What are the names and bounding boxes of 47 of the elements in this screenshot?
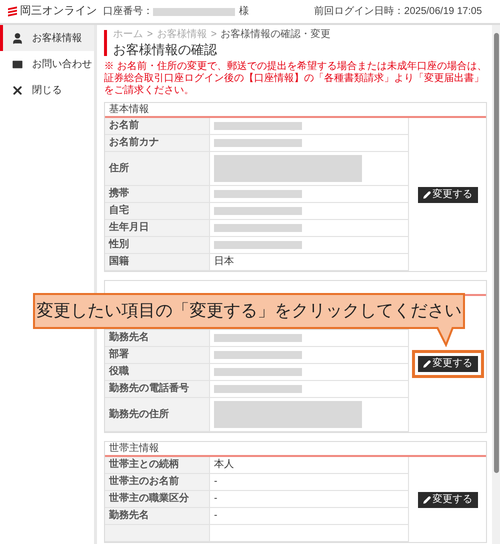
field-label: 国籍 xyxy=(109,257,129,267)
field-label: 世帯主のお名前 xyxy=(109,477,179,487)
pencil-icon xyxy=(422,360,430,368)
sidebar-item[interactable]: お客様情報 xyxy=(0,25,94,51)
field-label: 生年月日 xyxy=(109,223,149,233)
user-icon xyxy=(11,32,24,44)
field-value: - xyxy=(214,511,218,521)
field-label: 携帯 xyxy=(109,189,129,199)
field-value: 日本 xyxy=(214,257,234,267)
field-label: 性別 xyxy=(109,240,129,250)
section-title: 世帯主情報 xyxy=(109,444,159,454)
scrollbar-thumb[interactable] xyxy=(494,33,498,473)
section-title: 基本情報 xyxy=(109,104,149,114)
field-label: 勤務先の電話番号 xyxy=(109,384,189,394)
pencil-icon xyxy=(422,496,430,504)
field-value: - xyxy=(214,494,218,504)
field-label: 世帯主の職業区分 xyxy=(109,494,189,504)
breadcrumb-separator: > xyxy=(210,30,217,40)
field-label: 勤務先名 xyxy=(109,333,149,343)
field-value: - xyxy=(214,477,218,487)
field-label: お名前 xyxy=(109,121,139,131)
account-suffix: 様 xyxy=(239,6,249,16)
field-label: 世帯主との続柄 xyxy=(109,460,179,470)
breadcrumb-link[interactable]: お客様情報の確認・変更 xyxy=(220,30,331,40)
mail-icon xyxy=(11,58,24,70)
breadcrumb-separator: > xyxy=(147,30,153,40)
field-label: 自宅 xyxy=(109,206,129,216)
field-label: 役職 xyxy=(109,367,129,377)
brand-name: 岡三オンライン xyxy=(20,6,97,17)
close-icon xyxy=(11,84,24,96)
logo-icon xyxy=(8,6,17,17)
field-label: 勤務先の住所 xyxy=(109,410,169,420)
last-login: 前回ログイン日時：2025/06/19 17:05 xyxy=(314,6,482,16)
field-label: お名前カナ xyxy=(109,138,159,148)
field-label: 住所 xyxy=(109,164,129,174)
callout-tail xyxy=(436,327,454,347)
notice-text: ※ お名前・住所の変更で、郵送での提出を希望する場合または未成年口座の場合は、証券総合取引口座ログイン後の【口座情報】の「各種書類請求」より「変更届出書」をご請求ください。 xyxy=(104,61,487,97)
account-label: 口座番号： xyxy=(103,6,153,16)
field-label: 勤務先名 xyxy=(109,511,149,521)
page-title: お客様情報の確認 xyxy=(113,43,218,56)
sidebar-item[interactable]: お問い合わせ xyxy=(0,51,94,77)
scrollbar[interactable] xyxy=(492,25,500,544)
field-label: 部署 xyxy=(109,350,129,360)
sidebar-item[interactable]: 閉じる xyxy=(0,77,94,103)
pencil-icon xyxy=(422,190,430,198)
change-button[interactable]: 変更する xyxy=(412,350,484,378)
field-value: 本人 xyxy=(214,460,234,470)
